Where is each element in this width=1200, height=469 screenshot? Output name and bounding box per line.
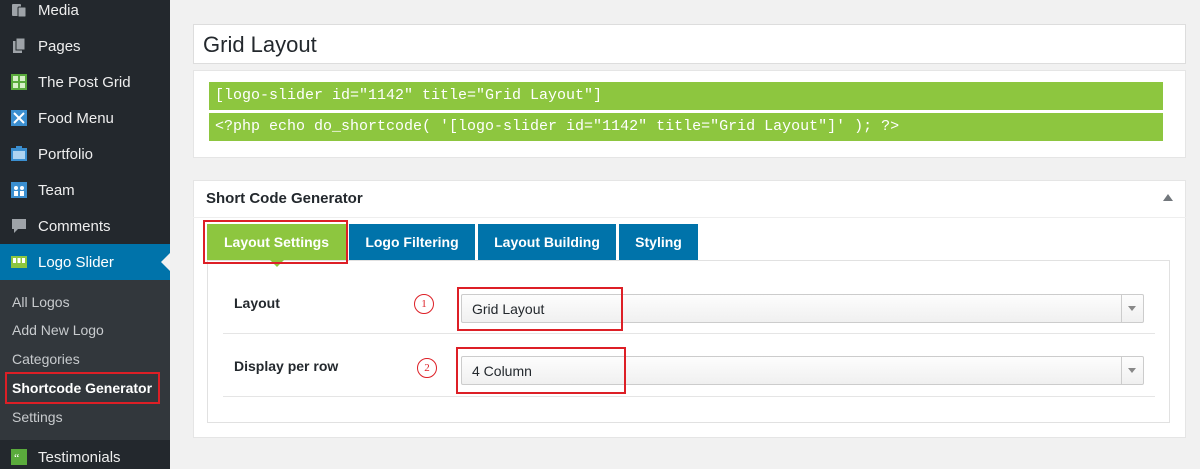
collapse-arrow-icon[interactable]	[1163, 194, 1173, 201]
dropdown-arrow-icon[interactable]	[1121, 295, 1143, 322]
generator-title: Short Code Generator	[206, 190, 363, 207]
tab-layout-building[interactable]: Layout Building	[478, 224, 616, 260]
menu-item-media[interactable]: Media	[0, 0, 170, 28]
menu-item-portfolio[interactable]: Portfolio	[0, 136, 170, 172]
food-menu-icon	[10, 109, 28, 127]
settings-box	[207, 260, 1170, 423]
submenu-add-new-logo[interactable]: Add New Logo	[12, 322, 104, 338]
menu-item-food-menu[interactable]: Food Menu	[0, 100, 170, 136]
menu-item-team[interactable]: Team	[0, 172, 170, 208]
menu-label-testimonials: Testimonials	[38, 448, 121, 466]
php-code-text[interactable]: <?php echo do_shortcode( '[logo-slider i…	[209, 113, 1163, 141]
post-title-input[interactable]: Grid Layout	[193, 24, 1186, 64]
menu-item-testimonials[interactable]: “ Testimonials	[0, 439, 170, 469]
pages-icon	[10, 37, 28, 55]
post-grid-icon	[10, 73, 28, 91]
menu-item-the-post-grid[interactable]: The Post Grid	[0, 64, 170, 100]
menu-label-comments: Comments	[38, 217, 111, 235]
menu-label-media: Media	[38, 1, 79, 19]
admin-sidebar: Media Pages The Post Grid Food Menu Port…	[0, 0, 170, 469]
submenu-settings[interactable]: Settings	[12, 409, 63, 425]
menu-label-portfolio: Portfolio	[38, 145, 94, 163]
menu-item-comments[interactable]: Comments	[0, 208, 170, 244]
dropdown-arrow-icon[interactable]	[1121, 357, 1143, 384]
media-icon	[10, 1, 28, 19]
team-icon	[10, 181, 28, 199]
row-divider	[223, 333, 1155, 334]
menu-label-the-post-grid: The Post Grid	[38, 73, 131, 91]
menu-label-logo-slider: Logo Slider	[38, 253, 114, 271]
testimonials-icon: “	[10, 448, 28, 466]
layout-settings-highlight	[203, 220, 348, 264]
menu-item-pages[interactable]: Pages	[0, 28, 170, 64]
menu-label-food-menu: Food Menu	[38, 109, 114, 127]
marker-1: 1	[414, 294, 434, 314]
layout-highlight	[457, 287, 623, 331]
submenu-all-logos[interactable]: All Logos	[12, 294, 70, 310]
display-per-row-label: Display per row	[234, 358, 339, 374]
portfolio-icon	[10, 145, 28, 163]
logo-slider-icon	[10, 253, 28, 271]
comments-icon	[10, 217, 28, 235]
generator-header: Short Code Generator	[193, 180, 1186, 218]
svg-text:“: “	[14, 451, 19, 465]
submenu-categories[interactable]: Categories	[12, 351, 80, 367]
menu-label-pages: Pages	[38, 37, 81, 55]
menu-item-logo-slider[interactable]: Logo Slider	[0, 244, 170, 280]
menu-label-team: Team	[38, 181, 75, 199]
marker-2: 2	[417, 358, 437, 378]
shortcode-text[interactable]: [logo-slider id="1142" title="Grid Layou…	[209, 82, 1163, 110]
display-per-row-highlight	[456, 347, 626, 394]
tab-styling[interactable]: Styling	[619, 224, 698, 260]
tab-logo-filtering[interactable]: Logo Filtering	[349, 224, 475, 260]
layout-label: Layout	[234, 295, 280, 311]
row-divider	[223, 396, 1155, 397]
shortcode-generator-highlight	[5, 372, 160, 404]
